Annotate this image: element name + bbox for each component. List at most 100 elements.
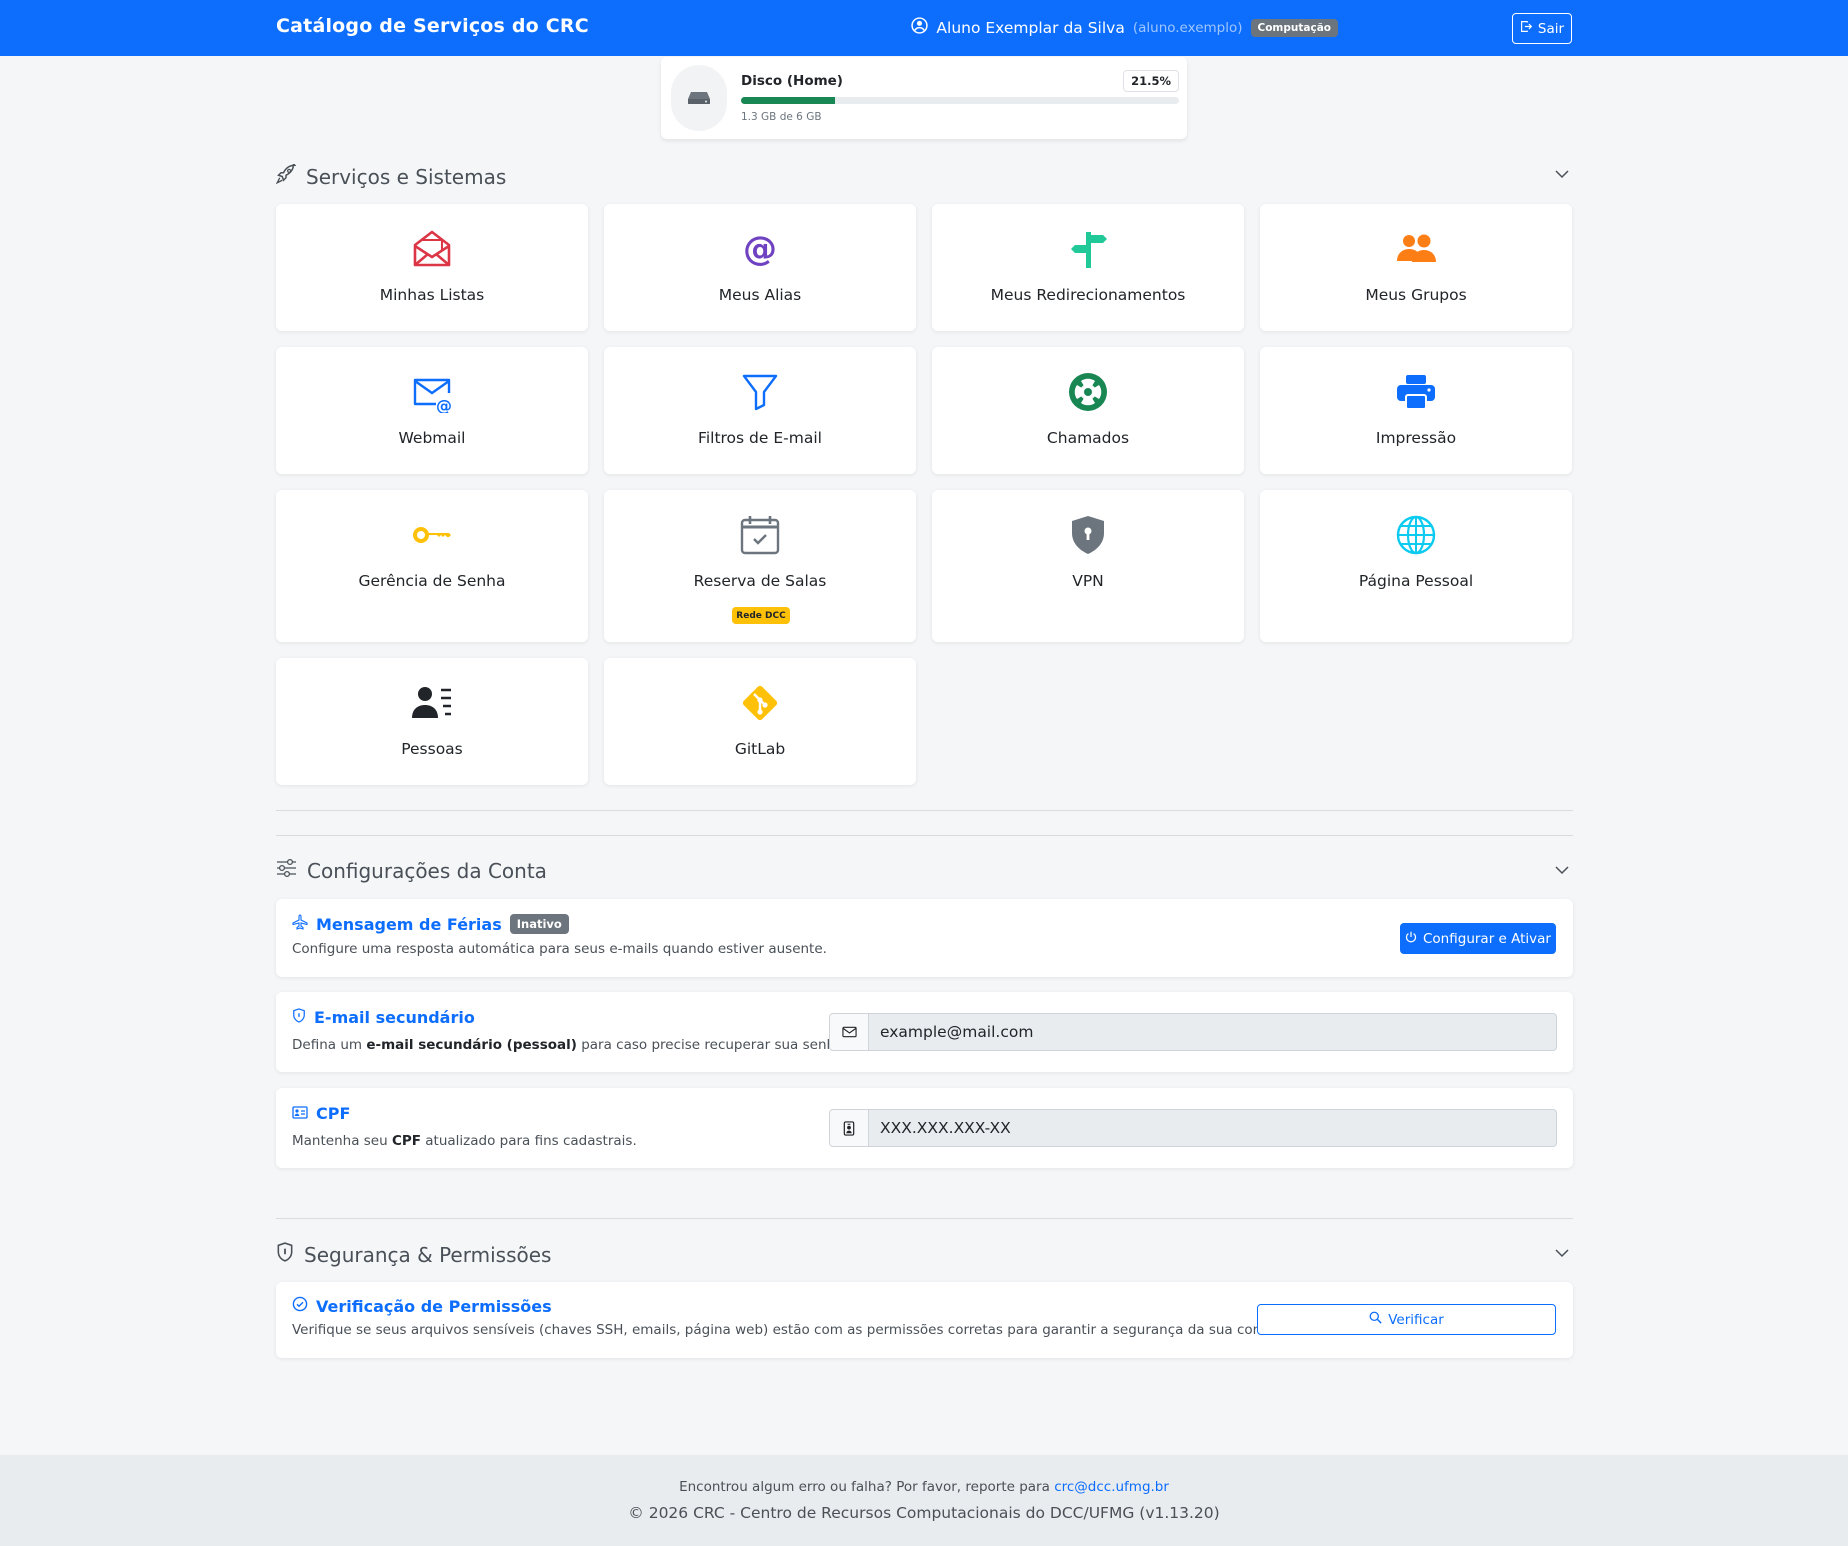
configure-vacation-button[interactable]: Configurar e Ativar bbox=[1400, 923, 1556, 954]
service-tile-reserva-salas[interactable]: Reserva de Salas Rede DCC bbox=[604, 490, 916, 642]
logout-button[interactable]: Sair bbox=[1512, 13, 1572, 44]
check-circle-icon bbox=[292, 1296, 308, 1316]
footer-report-text: Encontrou algum erro ou falha? Por favor… bbox=[679, 1479, 1169, 1495]
search-icon bbox=[1369, 1311, 1382, 1328]
disk-title: Disco (Home) bbox=[741, 73, 843, 89]
sliders-icon bbox=[276, 858, 297, 883]
person-circle-icon bbox=[911, 17, 929, 38]
disk-progress-bar bbox=[741, 97, 1179, 104]
service-label: Chamados bbox=[1046, 429, 1130, 447]
rocket-icon bbox=[275, 162, 297, 189]
service-label: GitLab bbox=[734, 740, 786, 758]
vacation-message-card: Mensagem de Férias Inativo Configure uma… bbox=[276, 899, 1573, 977]
service-label: Filtros de E-mail bbox=[698, 429, 822, 447]
service-label: Impressão bbox=[1375, 429, 1457, 447]
service-tile-minhas-listas[interactable]: Minhas Listas bbox=[276, 204, 588, 331]
hdd-icon bbox=[671, 65, 727, 131]
at-icon: @ bbox=[604, 228, 916, 270]
configure-vacation-label: Configurar e Ativar bbox=[1423, 930, 1551, 947]
power-icon bbox=[1405, 931, 1417, 947]
airplane-icon bbox=[292, 914, 308, 934]
footer: Encontrou algum erro ou falha? Por favor… bbox=[0, 1455, 1848, 1546]
service-label: Pessoas bbox=[401, 740, 463, 758]
services-collapse-chevron-down-icon[interactable] bbox=[1554, 166, 1570, 186]
disk-usage-text: 1.3 GB de 6 GB bbox=[741, 111, 822, 123]
services-section-title: Serviços e Sistemas bbox=[275, 162, 507, 189]
service-tile-gerencia-senha[interactable]: Gerência de Senha bbox=[276, 490, 588, 642]
service-tile-chamados[interactable]: Chamados bbox=[932, 347, 1244, 474]
footer-copyright: © 2026 CRC - Centro de Recursos Computac… bbox=[628, 1504, 1220, 1522]
service-label: VPN bbox=[1072, 572, 1104, 590]
service-label: Minhas Listas bbox=[379, 286, 485, 304]
service-label: Webmail bbox=[398, 429, 466, 447]
secondary-email-input-group: example@mail.com bbox=[829, 1013, 1557, 1051]
vacation-title-text[interactable]: Mensagem de Férias bbox=[316, 915, 502, 934]
user-group-badge: Computação bbox=[1250, 18, 1338, 37]
service-tile-meus-alias[interactable]: @ Meus Alias bbox=[604, 204, 916, 331]
service-tile-meus-grupos[interactable]: Meus Grupos bbox=[1260, 204, 1572, 331]
secondary-email-title: E-mail secundário bbox=[292, 1008, 475, 1027]
security-title-text: Segurança & Permissões bbox=[304, 1242, 552, 1267]
service-tile-impressao[interactable]: Impressão bbox=[1260, 347, 1572, 474]
service-tile-webmail[interactable]: @ Webmail bbox=[276, 347, 588, 474]
user-info: Aluno Exemplar da Silva (aluno.exemplo) … bbox=[911, 17, 1338, 38]
report-email-link[interactable]: crc@dcc.ufmg.br bbox=[1054, 1479, 1169, 1495]
vacation-title: Mensagem de Férias Inativo bbox=[292, 914, 569, 934]
printer-icon bbox=[1260, 371, 1572, 413]
calendar-check-icon bbox=[604, 514, 916, 556]
secondary-email-card: E-mail secundário Defina um e-mail secun… bbox=[276, 992, 1573, 1072]
service-tile-vpn[interactable]: VPN bbox=[932, 490, 1244, 642]
account-section-title: Configurações da Conta bbox=[276, 858, 547, 883]
key-icon bbox=[276, 514, 588, 556]
cpf-field[interactable]: XXX.XXX.XXX-XX bbox=[869, 1109, 1557, 1147]
service-tile-pessoas[interactable]: Pessoas bbox=[276, 658, 588, 785]
cpf-card: CPF Mantenha seu CPF atualizado para fin… bbox=[276, 1088, 1573, 1168]
service-label: Meus Redirecionamentos bbox=[990, 286, 1186, 304]
git-icon bbox=[604, 682, 916, 724]
service-label: Meus Grupos bbox=[1365, 286, 1467, 304]
signpost-icon bbox=[932, 228, 1244, 270]
permissions-title: Verificação de Permissões bbox=[292, 1296, 552, 1316]
globe-icon bbox=[1260, 514, 1572, 556]
permissions-title-text: Verificação de Permissões bbox=[316, 1296, 552, 1316]
services-title-text: Serviços e Sistemas bbox=[306, 164, 507, 189]
shield-lock-icon bbox=[932, 514, 1244, 556]
svg-text:@: @ bbox=[436, 396, 452, 413]
secondary-email-field[interactable]: example@mail.com bbox=[869, 1013, 1557, 1051]
service-tile-filtros-email[interactable]: Filtros de E-mail bbox=[604, 347, 916, 474]
security-collapse-chevron-down-icon[interactable] bbox=[1554, 1245, 1570, 1265]
verify-permissions-button[interactable]: Verificar bbox=[1257, 1304, 1556, 1335]
person-badge-icon bbox=[829, 1109, 869, 1147]
envelope-icon bbox=[829, 1013, 869, 1051]
person-lines-icon bbox=[276, 682, 588, 724]
account-title-text: Configurações da Conta bbox=[307, 858, 547, 883]
cpf-title-text: CPF bbox=[316, 1104, 351, 1123]
service-label: Reserva de Salas bbox=[693, 572, 827, 590]
user-name: Aluno Exemplar da Silva bbox=[936, 18, 1125, 37]
disk-progress-fill bbox=[741, 97, 836, 104]
service-tile-pagina-pessoal[interactable]: Página Pessoal bbox=[1260, 490, 1572, 642]
divider bbox=[276, 1218, 1573, 1219]
service-tile-meus-redirecionamentos[interactable]: Meus Redirecionamentos bbox=[932, 204, 1244, 331]
service-tile-gitlab[interactable]: GitLab bbox=[604, 658, 916, 785]
cpf-description: Mantenha seu CPF atualizado para fins ca… bbox=[292, 1133, 637, 1149]
service-label: Gerência de Senha bbox=[358, 572, 506, 590]
navbar: Catálogo de Serviços do CRC Aluno Exempl… bbox=[0, 0, 1848, 56]
svg-text:@: @ bbox=[743, 229, 777, 269]
life-ring-icon bbox=[932, 371, 1244, 413]
secondary-email-title-text: E-mail secundário bbox=[314, 1008, 475, 1027]
security-section-title: Segurança & Permissões bbox=[276, 1242, 551, 1267]
divider bbox=[276, 835, 1573, 836]
funnel-icon bbox=[604, 371, 916, 413]
cpf-title: CPF bbox=[292, 1104, 350, 1123]
shield-icon bbox=[276, 1242, 294, 1267]
divider bbox=[276, 810, 1573, 811]
rede-dcc-badge: Rede DCC bbox=[732, 607, 790, 624]
brand-title[interactable]: Catálogo de Serviços do CRC bbox=[276, 15, 589, 37]
envelope-at-icon: @ bbox=[276, 371, 588, 413]
permissions-description: Verifique se seus arquivos sensíveis (ch… bbox=[292, 1322, 1280, 1338]
envelope-open-icon bbox=[276, 228, 588, 270]
account-collapse-chevron-down-icon[interactable] bbox=[1554, 862, 1570, 882]
vacation-description: Configure uma resposta automática para s… bbox=[292, 941, 827, 957]
logout-label: Sair bbox=[1537, 20, 1565, 37]
